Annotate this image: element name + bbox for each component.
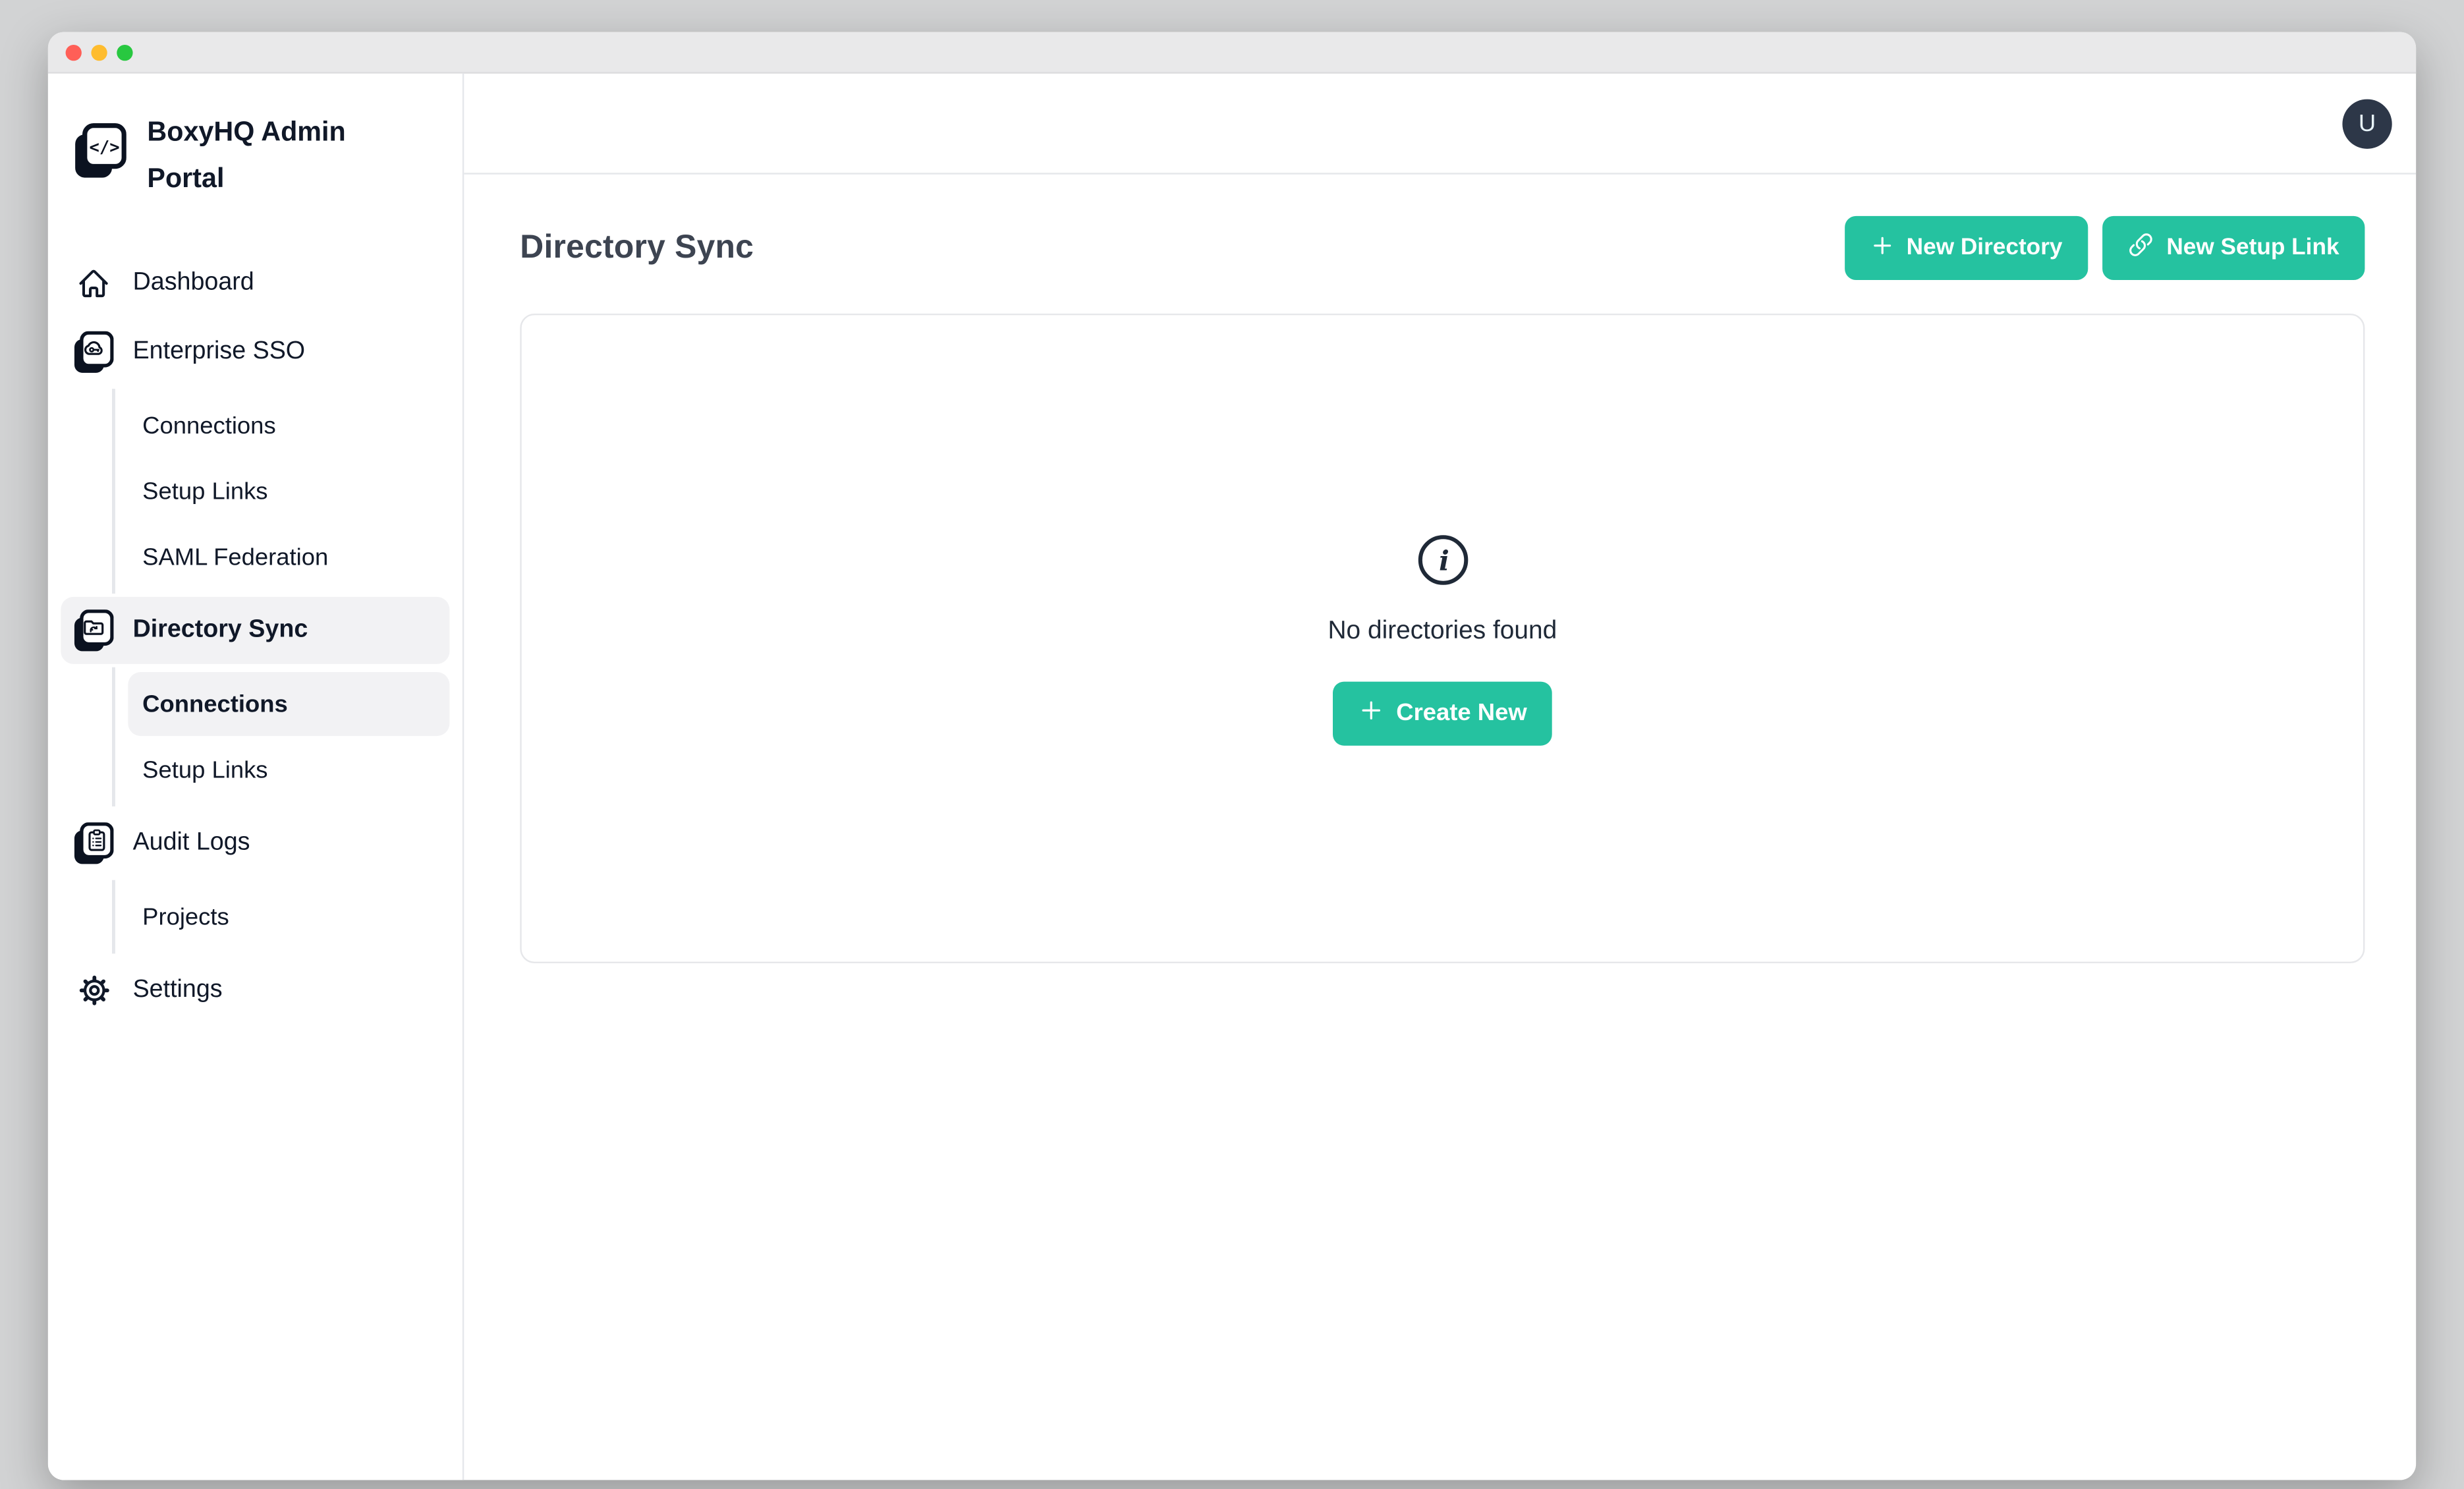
sidebar-item-saml-federation[interactable]: SAML Federation [128, 525, 449, 589]
page-header: Directory Sync New Directory [520, 216, 2365, 280]
close-window-button[interactable] [66, 44, 82, 60]
sidebar-item-directory-sync[interactable]: Directory Sync [61, 597, 449, 664]
sidebar-item-label: Directory Sync [133, 616, 308, 645]
user-avatar[interactable]: U [2342, 99, 2392, 149]
clipboard-keycap-icon [74, 822, 114, 865]
sidebar-item-label: SAML Federation [142, 543, 328, 570]
page-title: Directory Sync [520, 229, 754, 267]
content-area: U Directory Sync New Directory [464, 74, 2416, 1480]
button-label: New Directory [1907, 235, 2063, 261]
sidebar-item-directory-setup-links[interactable]: Setup Links [128, 738, 449, 802]
sidebar-item-sso-connections[interactable]: Connections [128, 393, 449, 457]
brand[interactable]: </> BoxyHQ Admin Portal [61, 96, 449, 218]
sidebar: </> BoxyHQ Admin Portal Dashboard [48, 74, 464, 1480]
sidebar-item-projects[interactable]: Projects [128, 885, 449, 949]
directory-sync-submenu: Connections Setup Links [112, 667, 449, 806]
app-body: </> BoxyHQ Admin Portal Dashboard [48, 74, 2416, 1480]
plus-icon [1870, 233, 1893, 263]
sidebar-item-label: Connections [142, 690, 288, 717]
topbar: U [464, 74, 2416, 175]
new-directory-button[interactable]: New Directory [1844, 216, 2088, 280]
svg-text:</>: </> [90, 138, 120, 157]
avatar-letter: U [2359, 111, 2376, 138]
enterprise-sso-submenu: Connections Setup Links SAML Federation [112, 389, 449, 594]
directories-empty-card: i No directories found Create New [520, 314, 2365, 963]
sso-cloud-key-keycap-icon [74, 330, 114, 374]
empty-state-message: No directories found [1328, 617, 1557, 646]
window-titlebar [48, 32, 2416, 74]
gear-icon [74, 973, 114, 1008]
zoom-window-button[interactable] [117, 44, 132, 60]
button-label: New Setup Link [2166, 235, 2339, 261]
code-keycap-icon: </> [74, 123, 126, 187]
sidebar-item-label: Connections [142, 412, 276, 439]
sidebar-item-dashboard[interactable]: Dashboard [61, 250, 449, 317]
app-title: BoxyHQ Admin Portal [147, 109, 387, 202]
create-new-button[interactable]: Create New [1332, 681, 1552, 744]
sidebar-item-label: Setup Links [142, 478, 267, 505]
sidebar-item-settings[interactable]: Settings [61, 957, 449, 1024]
home-icon [74, 266, 114, 300]
sidebar-item-audit-logs[interactable]: Audit Logs [61, 810, 449, 877]
page: Directory Sync New Directory [464, 175, 2416, 1480]
page-actions: New Directory New Setup Link [1844, 216, 2365, 280]
minimize-window-button[interactable] [91, 44, 107, 60]
desktop: </> BoxyHQ Admin Portal Dashboard [0, 0, 2464, 1489]
sidebar-item-directory-connections[interactable]: Connections [128, 672, 449, 736]
sidebar-nav: Dashboard Enterprise SSO [61, 250, 449, 1024]
audit-logs-submenu: Projects [112, 880, 449, 954]
sidebar-item-enterprise-sso[interactable]: Enterprise SSO [61, 318, 449, 385]
button-label: Create New [1396, 699, 1526, 726]
sidebar-item-label: Settings [133, 976, 223, 1005]
svg-text:i: i [1438, 544, 1449, 576]
folder-sync-keycap-icon [74, 609, 114, 652]
sidebar-item-label: Enterprise SSO [133, 337, 306, 366]
sidebar-item-sso-setup-links[interactable]: Setup Links [128, 459, 449, 523]
app-window: </> BoxyHQ Admin Portal Dashboard [48, 32, 2416, 1480]
new-setup-link-button[interactable]: New Setup Link [2102, 216, 2365, 280]
sidebar-item-label: Setup Links [142, 756, 267, 783]
sidebar-item-label: Dashboard [133, 269, 254, 298]
sidebar-item-label: Audit Logs [133, 829, 250, 858]
info-icon: i [1415, 532, 1470, 594]
link-icon [2128, 232, 2154, 264]
sidebar-item-label: Projects [142, 903, 229, 930]
plus-icon [1358, 697, 1384, 729]
